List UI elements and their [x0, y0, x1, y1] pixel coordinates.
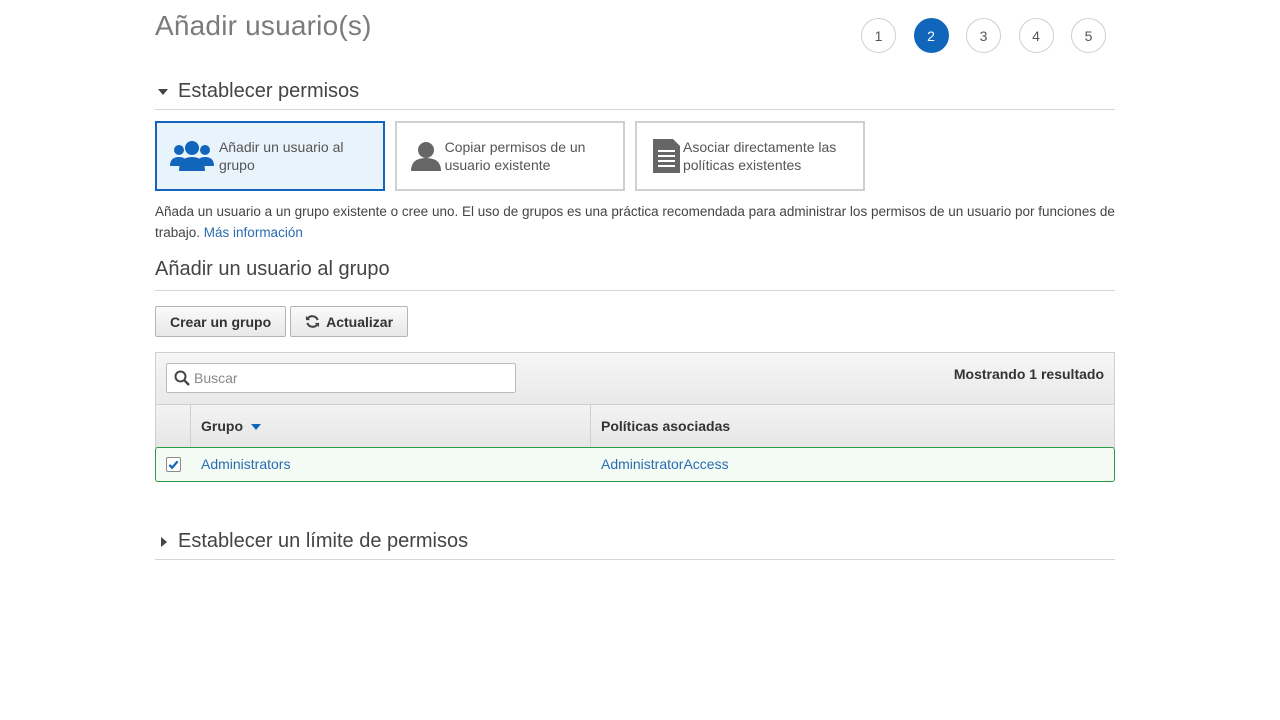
option-attach-policies[interactable]: Asociar directamente las políticas exist…: [635, 121, 865, 191]
groups-table: Mostrando 1 resultado Grupo Políticas as…: [155, 352, 1115, 448]
permissions-description: Añada un usuario a un grupo existente o …: [155, 201, 1120, 243]
document-icon: [649, 138, 683, 174]
policies-column-label: Políticas asociadas: [601, 418, 731, 434]
caret-right-icon: [155, 530, 178, 547]
checkmark-icon: [168, 460, 179, 470]
step-2[interactable]: 2: [913, 18, 949, 53]
permission-options: Añadir un usuario al grupo Copiar permis…: [155, 121, 875, 191]
step-5[interactable]: 5: [1071, 18, 1106, 53]
search-box: [166, 363, 516, 393]
caret-down-icon: [155, 80, 178, 95]
table-row[interactable]: Administrators AdministratorAccess: [155, 447, 1115, 482]
refresh-icon: [305, 314, 320, 329]
search-icon: [174, 370, 190, 386]
option-add-to-group[interactable]: Añadir un usuario al grupo: [155, 121, 385, 191]
sort-down-icon: [251, 424, 261, 430]
option-add-to-group-label: Añadir un usuario al grupo: [218, 139, 344, 173]
create-group-button-label: Crear un grupo: [170, 313, 272, 330]
results-count: Mostrando 1 resultado: [953, 366, 1104, 382]
group-link[interactable]: Administrators: [201, 456, 290, 472]
step-1[interactable]: 1: [861, 18, 896, 53]
wizard-steps: 1 2 3 4 5: [861, 18, 1124, 53]
refresh-button[interactable]: Actualizar: [290, 306, 409, 337]
group-column-header[interactable]: Grupo: [191, 405, 591, 447]
users-group-icon: [169, 139, 219, 173]
permissions-section-title: Establecer permisos: [178, 80, 360, 102]
table-toolbar: Mostrando 1 resultado: [156, 353, 1114, 405]
boundary-section-title: Establecer un límite de permisos: [178, 530, 469, 552]
row-group-cell: Administrators: [191, 456, 591, 474]
row-policies-cell: AdministratorAccess: [591, 456, 1114, 474]
group-toolbar: Crear un grupo Actualizar: [155, 306, 412, 337]
page-title: Añadir usuario(s): [155, 10, 372, 41]
policy-link[interactable]: AdministratorAccess: [601, 456, 729, 472]
permissions-section-toggle[interactable]: Establecer permisos: [155, 80, 1115, 110]
row-select-cell: [156, 457, 191, 472]
boundary-section-toggle[interactable]: Establecer un límite de permisos: [155, 530, 1115, 560]
row-checkbox[interactable]: [166, 457, 181, 472]
select-column-header: [156, 405, 191, 447]
option-copy-permissions-label: Copiar permisos de un usuario existente: [444, 139, 586, 173]
group-column-label: Grupo: [201, 418, 243, 434]
step-3[interactable]: 3: [966, 18, 1001, 53]
create-group-button[interactable]: Crear un grupo: [155, 306, 287, 337]
step-4[interactable]: 4: [1018, 18, 1054, 53]
table-header: Grupo Políticas asociadas: [156, 405, 1114, 448]
policies-column-header: Políticas asociadas: [591, 405, 1114, 447]
more-info-link[interactable]: Más información: [204, 225, 303, 240]
option-attach-policies-label: Asociar directamente las políticas exist…: [683, 139, 837, 173]
option-copy-permissions[interactable]: Copiar permisos de un usuario existente: [395, 121, 625, 191]
refresh-button-label: Actualizar: [326, 313, 394, 330]
group-section-title: Añadir un usuario al grupo: [155, 258, 1115, 291]
user-icon: [409, 140, 445, 172]
search-input[interactable]: [194, 370, 494, 386]
